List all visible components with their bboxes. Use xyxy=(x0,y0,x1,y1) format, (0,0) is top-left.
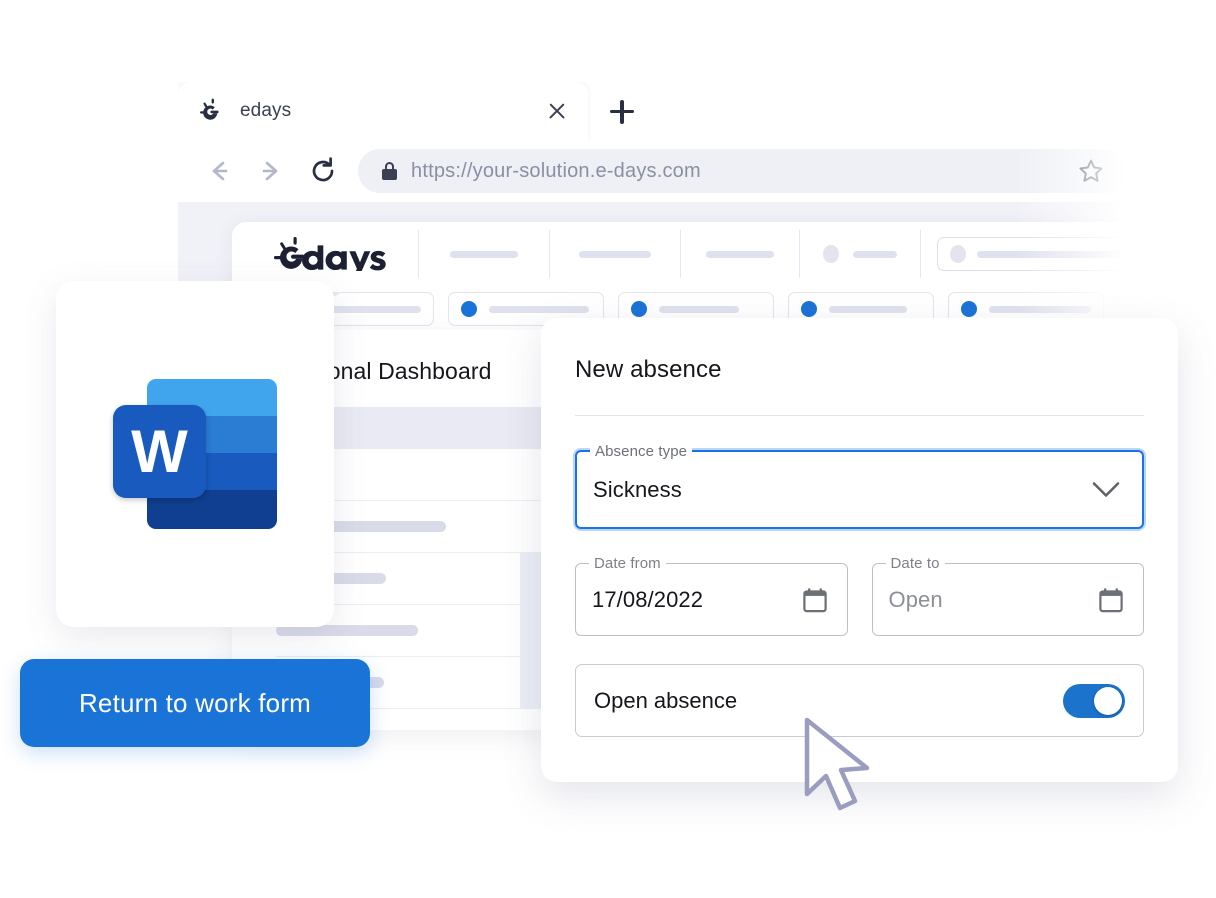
date-to-label: Date to xyxy=(885,555,945,572)
pill-placeholder-bar xyxy=(829,305,907,313)
pill-placeholder-bar xyxy=(989,305,1091,313)
modal-title: New absence xyxy=(575,356,722,383)
forward-arrow-icon[interactable] xyxy=(254,154,288,188)
modal-divider xyxy=(575,415,1144,416)
toggle-knob xyxy=(1094,686,1122,715)
url-bar[interactable]: https://your-solution.e-days.com xyxy=(358,149,1130,193)
absence-type-label: Absence type xyxy=(590,443,693,460)
date-range-row: Date from 17/08/2022 Date to Open xyxy=(575,555,1144,636)
browser-tab-title: edays xyxy=(240,100,292,121)
reload-icon[interactable] xyxy=(306,154,340,188)
nav-search-box[interactable] xyxy=(937,237,1167,271)
nav-item-2[interactable] xyxy=(550,230,680,278)
pill-placeholder-bar xyxy=(319,305,421,313)
pill-placeholder-bar xyxy=(1159,305,1215,313)
open-absence-toggle[interactable] xyxy=(1063,683,1125,718)
open-absence-label: Open absence xyxy=(594,687,738,713)
nav-placeholder-bar xyxy=(977,250,1137,258)
url-text: https://your-solution.e-days.com xyxy=(411,159,701,182)
pill-placeholder-bar xyxy=(659,305,739,313)
microsoft-word-icon: W xyxy=(113,379,277,529)
nav-item-1[interactable] xyxy=(419,230,549,278)
nav-item-4[interactable] xyxy=(800,230,920,278)
word-document-card[interactable]: W xyxy=(56,281,334,627)
chevron-down-icon[interactable] xyxy=(1092,481,1120,498)
new-tab-icon[interactable] xyxy=(610,100,634,124)
app-header xyxy=(232,222,1170,286)
star-icon[interactable] xyxy=(1078,158,1104,184)
pill-dot-icon xyxy=(961,301,977,317)
lock-icon xyxy=(382,162,397,180)
new-absence-modal: New absence Absence type Sickness Date f… xyxy=(541,318,1178,782)
pill-placeholder-bar xyxy=(489,305,589,313)
browser-tab-strip: edays xyxy=(178,82,1130,140)
pill-dot-icon xyxy=(801,301,817,317)
date-to-field[interactable]: Date to Open xyxy=(871,555,1144,636)
date-from-label: Date from xyxy=(589,555,666,572)
mouse-pointer-icon xyxy=(797,716,897,812)
nav-item-3[interactable] xyxy=(681,230,799,278)
absence-type-select[interactable]: Absence type Sickness xyxy=(575,443,1144,529)
pill-dot-icon xyxy=(461,301,477,317)
word-letter-badge: W xyxy=(113,405,206,498)
date-from-value: 17/08/2022 xyxy=(592,586,704,612)
date-to-value: Open xyxy=(888,586,943,612)
nav-placeholder-bar xyxy=(853,250,897,258)
nav-placeholder-bar xyxy=(579,250,651,258)
nav-placeholder-bar xyxy=(450,250,518,258)
pill-dot-icon xyxy=(1131,301,1147,317)
pill-dot-icon xyxy=(631,301,647,317)
calendar-icon[interactable] xyxy=(1099,587,1123,612)
nav-placeholder-bar xyxy=(706,250,774,258)
calendar-icon[interactable] xyxy=(802,587,827,612)
nav-avatar-icon xyxy=(823,245,839,263)
screenshot-root: edays https://your-solution.e-days.com P… xyxy=(0,0,1216,898)
date-from-field[interactable]: Date from 17/08/2022 xyxy=(575,555,848,636)
browser-toolbar: https://your-solution.e-days.com xyxy=(178,140,1130,202)
browser-tab-edays[interactable]: edays xyxy=(178,82,588,140)
edays-logo-icon xyxy=(200,98,226,124)
close-icon[interactable] xyxy=(546,100,568,122)
back-arrow-icon[interactable] xyxy=(202,154,236,188)
search-avatar-icon xyxy=(950,245,966,263)
return-to-work-form-button[interactable]: Return to work form xyxy=(20,659,370,747)
nav-divider xyxy=(920,230,921,278)
edays-brand-logo xyxy=(274,237,386,277)
absence-type-value: Sickness xyxy=(593,476,682,502)
